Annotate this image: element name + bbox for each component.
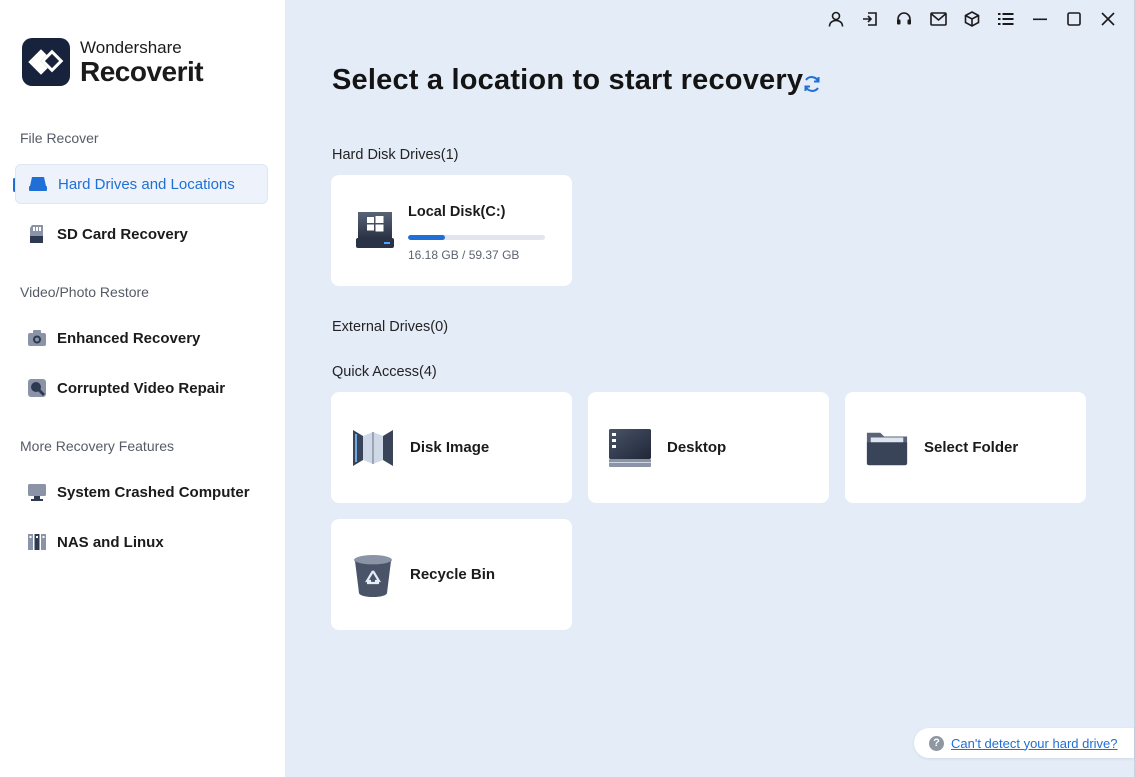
disk-name: Local Disk(C:)	[408, 204, 506, 220]
title-bar-controls	[819, 8, 1125, 30]
quick-access-label-select-folder: Select Folder	[924, 439, 1019, 456]
quick-access-recycle-bin[interactable]: Recycle Bin	[331, 519, 572, 630]
hard-drive-icon	[28, 174, 48, 194]
video-repair-icon	[27, 378, 47, 398]
folder-icon	[865, 426, 909, 470]
menu-list-icon[interactable]	[989, 8, 1023, 30]
section-title-video-photo: Video/Photo Restore	[20, 284, 149, 300]
monitor-icon	[27, 482, 47, 502]
sidebar-item-label: NAS and Linux	[57, 533, 164, 551]
sidebar-item-label: SD Card Recovery	[57, 225, 188, 243]
minimize-icon[interactable]	[1023, 8, 1057, 30]
sidebar-item-label: System Crashed Computer	[57, 483, 250, 501]
recoverit-logo-icon	[22, 38, 70, 86]
brand-name: Wondershare	[80, 37, 182, 57]
maximize-icon[interactable]	[1057, 8, 1091, 30]
external-drives-label: External Drives(0)	[332, 319, 449, 335]
box-icon[interactable]	[955, 8, 989, 30]
page-title: Select a location to start recovery	[332, 64, 804, 96]
sidebar-item-label: Hard Drives and Locations	[58, 175, 235, 193]
quick-access-desktop[interactable]: Desktop	[588, 392, 829, 503]
sidebar: Wondershare Recoverit File Recover Hard …	[0, 0, 285, 777]
product-name: Recoverit	[80, 55, 204, 87]
refresh-icon[interactable]	[802, 74, 822, 94]
disk-usage-fill	[408, 235, 446, 240]
sidebar-item-system-crashed[interactable]: System Crashed Computer	[15, 472, 268, 512]
disk-usage-bar	[408, 235, 545, 240]
sidebar-item-sd-card[interactable]: SD Card Recovery	[15, 214, 268, 254]
sidebar-item-enhanced-recovery[interactable]: Enhanced Recovery	[15, 318, 268, 358]
sidebar-item-hard-drives[interactable]: Hard Drives and Locations	[15, 164, 268, 204]
sd-card-icon	[27, 224, 47, 244]
quick-access-label: Quick Access(4)	[332, 364, 437, 380]
nas-icon	[27, 532, 47, 552]
main-panel	[285, 0, 1135, 777]
hard-disk-drives-label: Hard Disk Drives(1)	[332, 147, 459, 163]
quick-access-label-disk-image: Disk Image	[410, 439, 490, 456]
local-disk-card[interactable]: Local Disk(C:) 16.18 GB / 59.37 GB	[331, 175, 572, 286]
camera-icon	[27, 328, 47, 348]
mail-icon[interactable]	[921, 8, 955, 30]
disk-image-icon	[351, 426, 395, 470]
sidebar-item-nas-linux[interactable]: NAS and Linux	[15, 522, 268, 562]
quick-access-disk-image[interactable]: Disk Image	[331, 392, 572, 503]
quick-access-label-recycle-bin: Recycle Bin	[410, 566, 496, 583]
app-logo: Wondershare Recoverit	[22, 37, 204, 87]
question-icon: ?	[929, 735, 944, 751]
help-hint[interactable]: ? Can't detect your hard drive?	[914, 728, 1134, 758]
disk-size-text: 16.18 GB / 59.37 GB	[408, 248, 520, 262]
sidebar-item-label: Enhanced Recovery	[57, 329, 201, 347]
recycle-bin-icon	[351, 553, 395, 597]
close-icon[interactable]	[1091, 8, 1125, 30]
sign-in-icon[interactable]	[853, 8, 887, 30]
sidebar-item-corrupted-video-repair[interactable]: Corrupted Video Repair	[15, 368, 268, 408]
support-headset-icon[interactable]	[887, 8, 921, 30]
desktop-icon	[608, 426, 652, 470]
cant-detect-drive-link[interactable]: Can't detect your hard drive?	[951, 736, 1118, 751]
quick-access-label-desktop: Desktop	[667, 439, 727, 456]
section-title-more-features: More Recovery Features	[20, 438, 175, 454]
quick-access-select-folder[interactable]: Select Folder	[845, 392, 1086, 503]
windows-disk-icon	[353, 208, 397, 252]
account-icon[interactable]	[819, 8, 853, 30]
section-title-file-recover: File Recover	[20, 130, 99, 146]
sidebar-item-label: Corrupted Video Repair	[57, 379, 226, 397]
